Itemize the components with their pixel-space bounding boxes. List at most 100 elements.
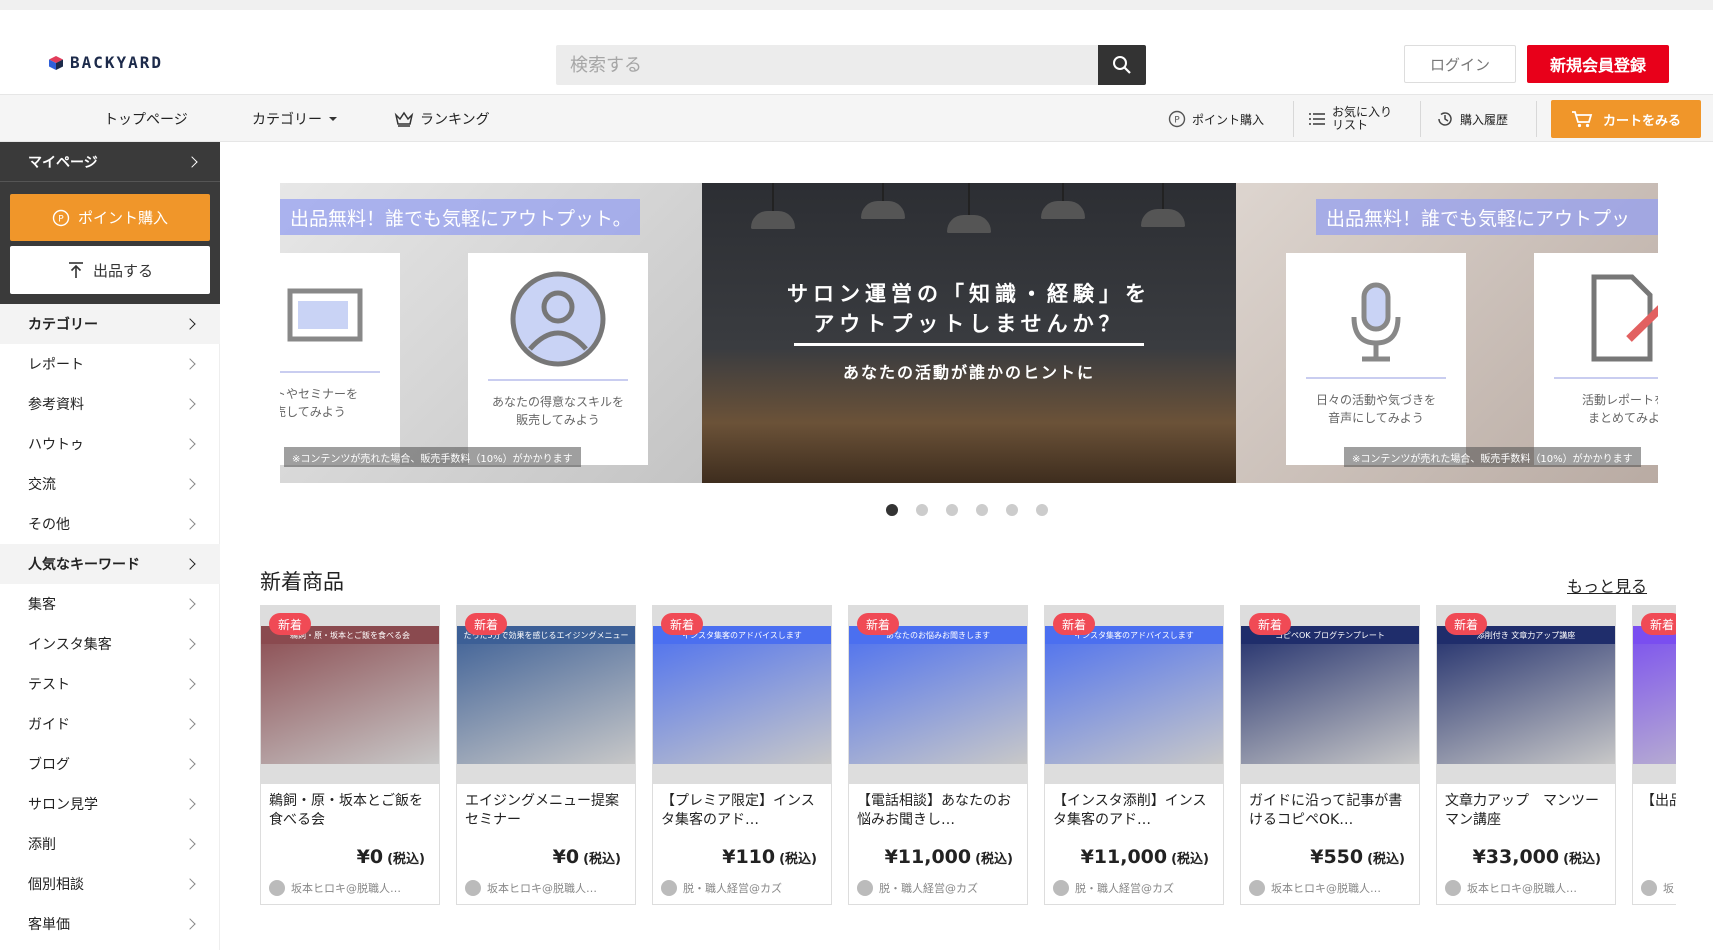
chevron-right-icon xyxy=(184,438,196,450)
product-card[interactable]: 添削付き 文章力アップ講座 新着 文章力アップ マンツーマン講座 ¥33,000 (税込… xyxy=(1436,605,1616,905)
seller-avatar xyxy=(857,880,873,896)
sidebar-item-label: カテゴリー xyxy=(28,317,98,333)
product-price: ¥11,000 (税込) xyxy=(1081,846,1209,868)
banner-card-line xyxy=(1554,377,1658,379)
seller-avatar xyxy=(1053,880,1069,896)
sidebar-sell-button[interactable]: 出品する xyxy=(10,246,210,294)
carousel-dot[interactable] xyxy=(1006,504,1018,516)
chevron-right-icon xyxy=(184,878,196,890)
nav-point-purchase[interactable]: P ポイント購入 xyxy=(1168,95,1264,143)
product-image: 添削付き 文章力アップ講座 xyxy=(1437,626,1615,764)
sidebar-point-button[interactable]: P ポイント購入 xyxy=(10,194,210,241)
sidebar-item[interactable]: ブログ xyxy=(0,744,220,784)
carousel-dot[interactable] xyxy=(886,504,898,516)
product-card[interactable]: 鵜飼・原・坂本とご飯を食べる会 新着 鵜飼・原・坂本とご飯を食べる会 ¥0 (税込) 坂本… xyxy=(260,605,440,905)
sidebar-item[interactable]: サロン見学 xyxy=(0,784,220,824)
product-card[interactable]: インスタ集客のアドバイスします 新着 【インスタ添削】インスタ集客のアド… ¥11,0… xyxy=(1044,605,1224,905)
sidebar-item[interactable]: 参考資料 xyxy=(0,384,220,424)
nav-ranking[interactable]: ランキング xyxy=(394,95,490,143)
sidebar-item[interactable]: ハウトゥ xyxy=(0,424,220,464)
sidebar-section-header[interactable]: カテゴリー xyxy=(0,304,220,344)
sidebar-item[interactable]: 客単価 xyxy=(0,904,220,944)
product-card[interactable]: あなたのお悩みお聞きします 新着 【電話相談】あなたのお悩みお聞きし… ¥11,000… xyxy=(848,605,1028,905)
sidebar-item[interactable]: 添削 xyxy=(0,824,220,864)
product-seller[interactable]: 坂本ヒロキ@脱職人… xyxy=(1249,880,1417,896)
banner-note-left: ※コンテンツが売れた場合、販売手数料（10%）がかかります xyxy=(284,447,581,467)
sidebar-item-label: レポート xyxy=(28,357,84,373)
nav-top-page[interactable]: トップページ xyxy=(104,95,188,143)
product-seller[interactable]: 坂本ヒロキ@脱職人… xyxy=(465,880,633,896)
banner-card-voice: 日々の活動や気づきを 音声にしてみよう xyxy=(1286,253,1466,465)
product-seller[interactable]: 脱・職人経営@カズ xyxy=(857,880,1025,896)
nav-separator xyxy=(1293,101,1294,137)
login-button[interactable]: ログイン xyxy=(1404,45,1516,83)
chevron-right-icon xyxy=(184,918,196,930)
logo[interactable]: BACKYARD xyxy=(48,53,163,72)
sidebar-item[interactable]: その他 xyxy=(0,504,220,544)
header: BACKYARD ログイン 新規会員登録 xyxy=(0,10,1713,94)
search-input[interactable] xyxy=(556,45,1098,85)
banner-card-text: ントやセミナーを 売してみよう xyxy=(280,387,358,419)
nav-category[interactable]: カテゴリー xyxy=(252,95,338,143)
product-image: インスタ集客のアドバイスします xyxy=(653,626,831,764)
nav-top-label: トップページ xyxy=(104,112,188,128)
product-card[interactable]: インスタ集客のアドバイスします 新着 【プレミア限定】インスタ集客のアド… ¥110(… xyxy=(652,605,832,905)
carousel-dot[interactable] xyxy=(916,504,928,516)
product-title: ガイドに沿って記事が書けるコピペOK… xyxy=(1249,793,1403,828)
search-icon xyxy=(1113,56,1131,74)
product-tax-label: (税込) xyxy=(975,852,1013,867)
product-image: 鵜飼・原・坂本とご飯を食べる会 xyxy=(261,626,439,764)
product-title: 【出品ンツの xyxy=(1641,793,1676,809)
banner-card-line xyxy=(280,371,380,373)
sidebar-item-label: 個別相談 xyxy=(28,877,84,893)
product-card[interactable]: コピペOK ブログテンプレート 新着 ガイドに沿って記事が書けるコピペOK… ¥550… xyxy=(1240,605,1420,905)
nav-point-label: ポイント購入 xyxy=(1192,112,1265,127)
register-button[interactable]: 新規会員登録 xyxy=(1527,45,1669,83)
lamp-cord xyxy=(1062,183,1064,201)
sidebar-item[interactable]: 個別相談 xyxy=(0,864,220,904)
search-button[interactable] xyxy=(1098,45,1146,85)
product-title: エイジングメニュー提案セミナー xyxy=(465,793,619,828)
point-icon: P xyxy=(1168,110,1186,128)
product-seller[interactable]: 坂本ヒロキ@脱職人… xyxy=(1445,880,1613,896)
seller-name: 坂本ヒロキ@脱職人… xyxy=(291,882,401,895)
product-card[interactable]: たった5分で効果を感じるエイジングメニュー 新着 エイジングメニュー提案セミナー ¥0… xyxy=(456,605,636,905)
banner-card-report: 活動レポートを まとめてみよ xyxy=(1534,253,1658,465)
sidebar-mypage[interactable]: マイページ xyxy=(0,142,220,182)
product-thumbnail: インスタ集客のアドバイスします 新着 xyxy=(653,606,831,784)
product-seller[interactable]: 脱・職人経営@カズ xyxy=(661,880,829,896)
nav-history[interactable]: 購入履歴 xyxy=(1436,95,1508,143)
nav-favorites[interactable]: お気に入り リスト xyxy=(1308,95,1392,143)
product-seller[interactable]: 脱・職人経営@カズ xyxy=(1053,880,1221,896)
sidebar-item[interactable]: インスタ集客 xyxy=(0,624,220,664)
product-seller[interactable]: 坂 xyxy=(1641,880,1676,896)
product-card[interactable]: 新着【出品ンツの坂 xyxy=(1632,605,1676,905)
top-strip xyxy=(0,0,1713,10)
sidebar-item[interactable]: テスト xyxy=(0,664,220,704)
nav-separator xyxy=(1420,101,1421,137)
sidebar-item[interactable]: 集客 xyxy=(0,584,220,624)
ticket-icon xyxy=(287,288,363,342)
sidebar-item[interactable]: 交流 xyxy=(0,464,220,504)
sidebar-item-label: 添削 xyxy=(28,837,56,853)
lamp-cord xyxy=(882,183,884,201)
sidebar-item[interactable]: レポート xyxy=(0,344,220,384)
sidebar-item-label: サロン見学 xyxy=(28,797,98,813)
product-title: 鵜飼・原・坂本とご飯を食べる会 xyxy=(269,793,423,828)
nav-ranking-label: ランキング xyxy=(420,112,490,128)
seller-avatar xyxy=(1249,880,1265,896)
carousel-dot[interactable] xyxy=(946,504,958,516)
cart-button[interactable]: カートをみる xyxy=(1551,100,1701,138)
chevron-right-icon xyxy=(184,678,196,690)
user-icon xyxy=(510,271,606,367)
sidebar-section-header[interactable]: 人気なキーワード xyxy=(0,544,220,584)
banner-card-text: 日々の活動や気づきを 音声にしてみよう xyxy=(1315,393,1436,425)
product-seller[interactable]: 坂本ヒロキ@脱職人… xyxy=(269,880,437,896)
search-bar xyxy=(556,45,1146,85)
hero-banner[interactable]: 出品無料！誰でも気軽にアウトプット。 ントやセミナーを 売してみよう あなたの得… xyxy=(280,183,1658,483)
carousel-dot[interactable] xyxy=(1036,504,1048,516)
sidebar-item[interactable]: ガイド xyxy=(0,704,220,744)
more-link[interactable]: もっと見る xyxy=(1567,573,1647,597)
carousel-dot[interactable] xyxy=(976,504,988,516)
lamp-icon xyxy=(861,201,905,219)
